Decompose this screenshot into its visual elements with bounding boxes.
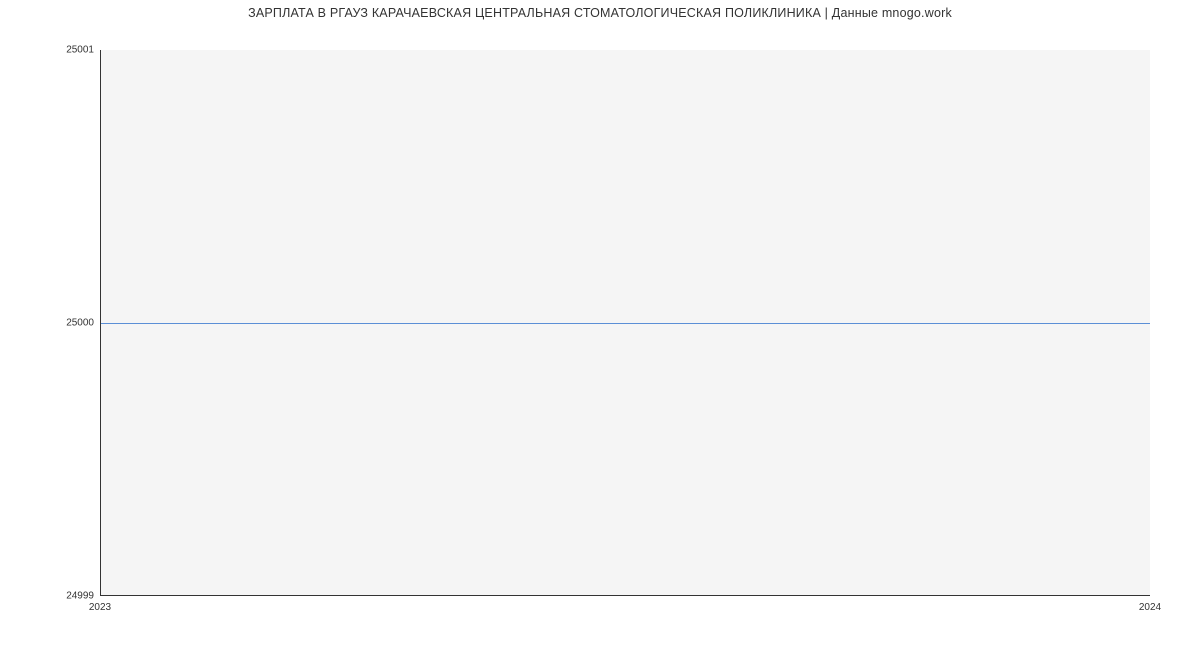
y-tick-label: 25001: [66, 45, 94, 56]
y-tick-label: 24999: [66, 591, 94, 602]
plot-area: [100, 50, 1150, 596]
x-tick-label: 2024: [1139, 602, 1161, 613]
series-line: [101, 323, 1150, 324]
chart-title: ЗАРПЛАТА В РГАУЗ КАРАЧАЕВСКАЯ ЦЕНТРАЛЬНА…: [0, 6, 1200, 20]
x-tick-label: 2023: [89, 602, 111, 613]
y-tick-label: 25000: [66, 318, 94, 329]
